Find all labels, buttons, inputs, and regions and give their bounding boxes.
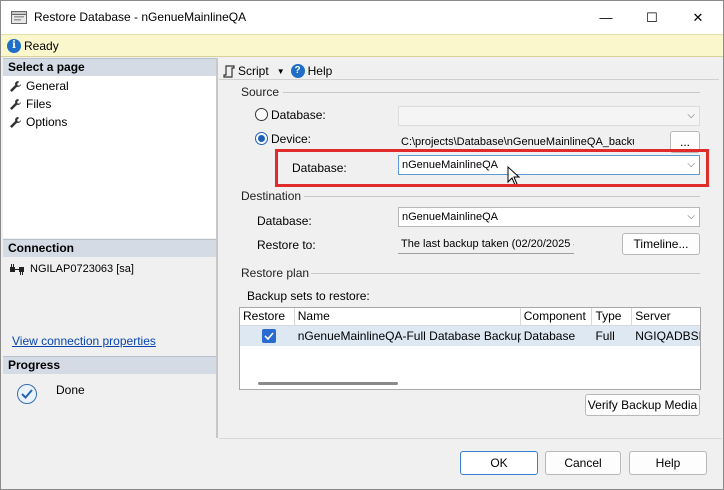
view-connection-properties-link[interactable]: View connection properties (12, 334, 156, 348)
device-radio-label: Device: (271, 132, 312, 146)
component-cell: Database (523, 329, 576, 343)
restore-cell (240, 326, 295, 346)
connection-plug-icon (10, 263, 24, 275)
toolbar: Script ▼ ? Help (223, 62, 332, 80)
cancel-button[interactable]: Cancel (545, 451, 621, 475)
left-pane: Select a page General Files Options Conn… (3, 58, 217, 438)
wrench-icon (10, 80, 21, 92)
info-icon: i (7, 39, 21, 53)
page-label: General (26, 79, 69, 93)
connection-name: NGILAP0723063 [sa] (30, 263, 134, 275)
status-bar: i Ready (1, 34, 723, 57)
page-files[interactable]: Files (9, 97, 51, 111)
server-cell: NGIQADBSF (635, 329, 700, 343)
restore-to-label: Restore to: (257, 238, 316, 252)
help-toolbar-button[interactable]: ? Help (290, 64, 333, 78)
page-general[interactable]: General (9, 79, 69, 93)
script-button[interactable]: Script (223, 64, 269, 78)
progress-panel: Done (3, 374, 216, 438)
backup-sets-label: Backup sets to restore: (247, 289, 370, 303)
column-header-type[interactable]: Type (592, 308, 633, 326)
script-label: Script (238, 64, 269, 78)
page-label: Files (26, 97, 52, 111)
highlight-box (275, 149, 709, 187)
database-radio-label: Database: (271, 108, 326, 122)
grid-header: Restore Name Component Type Server (240, 308, 700, 326)
chevron-down-icon: ⌵ (687, 110, 695, 121)
help-button[interactable]: Help (629, 451, 707, 475)
progress-header: Progress (3, 356, 216, 374)
connection-panel: NGILAP0723063 [sa] View connection prope… (3, 257, 216, 354)
pane-divider (217, 58, 218, 438)
destination-database-label: Database: (257, 214, 312, 228)
verify-backup-media-button[interactable]: Verify Backup Media (585, 394, 700, 416)
help-icon: ? (290, 64, 305, 78)
script-icon (223, 64, 235, 78)
toolbar-divider (219, 79, 719, 80)
source-divider (283, 92, 700, 93)
progress-status: Done (56, 383, 85, 397)
destination-database-value: nGenueMainlineQA (402, 211, 499, 223)
destination-section-label: Destination (241, 189, 302, 203)
status-text: Ready (24, 39, 59, 53)
done-check-icon (17, 384, 37, 404)
wrench-icon (10, 116, 21, 128)
source-section-label: Source (241, 85, 280, 99)
connection-header: Connection (3, 239, 216, 257)
ok-button[interactable]: OK (460, 451, 538, 475)
database-app-icon (11, 11, 27, 24)
backup-sets-grid: Restore Name Component Type Server nGenu… (239, 307, 701, 390)
restore-to-field[interactable]: The last backup taken (02/20/2025 4: (398, 234, 574, 254)
wrench-icon (10, 98, 21, 110)
chevron-down-icon: ⌵ (687, 211, 695, 222)
restore-plan-section-label: Restore plan (241, 266, 310, 280)
column-header-restore[interactable]: Restore (240, 308, 295, 326)
title-bar: Restore Database - nGenueMainlineQA — ☐ … (1, 1, 723, 34)
timeline-button[interactable]: Timeline... (622, 233, 700, 255)
database-radio[interactable] (255, 108, 268, 121)
source-database-dropdown[interactable]: ⌵ (398, 106, 700, 126)
select-page-header: Select a page (3, 58, 216, 76)
type-cell: Full (595, 329, 615, 343)
column-header-name[interactable]: Name (295, 308, 521, 326)
script-dropdown-icon[interactable]: ▼ (277, 67, 285, 76)
table-row[interactable]: nGenueMainlineQA-Full Database Backup Da… (240, 326, 700, 346)
destination-database-dropdown[interactable]: nGenueMainlineQA ⌵ (398, 207, 700, 227)
window-title: Restore Database - nGenueMainlineQA (34, 10, 247, 24)
minimize-button[interactable]: — (583, 1, 629, 34)
restore-plan-divider (311, 273, 700, 274)
connection-item: NGILAP0723063 [sa] (9, 263, 134, 275)
help-label: Help (307, 64, 333, 78)
page-options[interactable]: Options (9, 115, 67, 129)
horizontal-scrollbar[interactable] (258, 382, 398, 385)
restore-database-dialog: Restore Database - nGenueMainlineQA — ☐ … (0, 0, 724, 490)
destination-divider (304, 196, 700, 197)
page-list: General Files Options (3, 76, 216, 238)
restore-checkbox[interactable] (262, 329, 276, 343)
page-label: Options (26, 115, 68, 129)
backup-name-cell: nGenueMainlineQA-Full Database Backup (297, 329, 521, 343)
checkmark-icon (264, 332, 274, 340)
column-header-component[interactable]: Component (521, 308, 593, 326)
column-header-server[interactable]: Server (632, 308, 700, 326)
device-radio[interactable] (255, 132, 268, 145)
maximize-button[interactable]: ☐ (629, 1, 675, 34)
footer-divider (219, 438, 722, 439)
close-button[interactable]: ✕ (675, 1, 721, 34)
